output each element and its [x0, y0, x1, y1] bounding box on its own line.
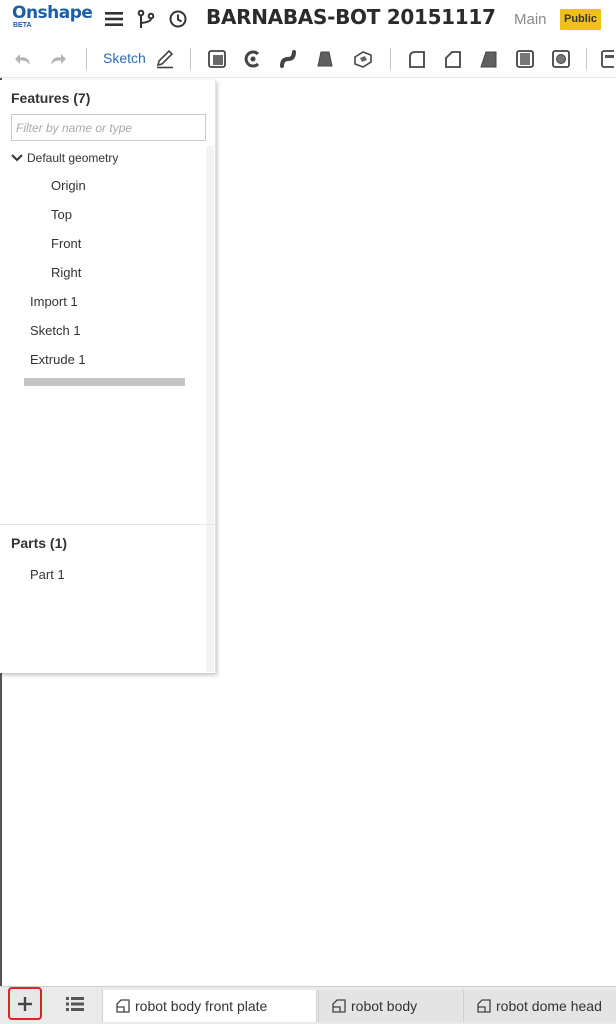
tab-list-button[interactable]: [64, 993, 86, 1015]
tab-label: robot dome head: [496, 998, 602, 1014]
default-geometry-group[interactable]: Default geometry: [11, 151, 118, 165]
tab-robot-body[interactable]: robot body: [318, 990, 462, 1022]
plus-icon: [18, 996, 32, 1011]
toolbar-separator: [390, 48, 391, 70]
tree-item-origin[interactable]: Origin: [51, 178, 86, 193]
tree-item-top[interactable]: Top: [51, 207, 72, 222]
feature-list-panel: Features (7) Default geometry Origin Top…: [0, 80, 216, 673]
fillet-icon[interactable]: [406, 48, 428, 70]
feature-filter-input[interactable]: [11, 114, 206, 141]
parts-divider[interactable]: [0, 524, 216, 525]
rollback-bar[interactable]: [24, 378, 185, 386]
tree-item-import[interactable]: Import 1: [30, 294, 78, 309]
add-tab-button[interactable]: [8, 987, 42, 1020]
features-title: Features (7): [11, 90, 91, 106]
tree-item-extrude[interactable]: Extrude 1: [30, 352, 86, 367]
feature-list-scrollbar[interactable]: [206, 146, 214, 588]
shell-icon[interactable]: [514, 48, 536, 70]
feature-toolbar: Sketch: [0, 40, 616, 78]
public-badge: Public: [560, 9, 602, 30]
hole-icon[interactable]: [550, 48, 572, 70]
logo-text: Onshape: [12, 3, 93, 23]
redo-icon[interactable]: [47, 48, 69, 70]
tab-robot-body-front-plate[interactable]: robot body front plate: [102, 990, 317, 1022]
part-studio-icon: [477, 999, 491, 1013]
extrude-icon[interactable]: [206, 48, 228, 70]
sketch-button[interactable]: Sketch: [103, 50, 146, 66]
toolbar-separator: [190, 48, 191, 70]
history-icon[interactable]: [167, 8, 189, 30]
part-item[interactable]: Part 1: [30, 567, 65, 582]
undo-icon[interactable]: [12, 48, 34, 70]
tab-bar: robot body front plate robot body robot …: [0, 986, 616, 1024]
menu-icon[interactable]: [103, 8, 125, 30]
revolve-icon[interactable]: [242, 48, 264, 70]
sketch-pencil-icon[interactable]: [154, 48, 176, 70]
draft-icon[interactable]: [478, 48, 500, 70]
tab-label: robot body: [351, 998, 418, 1014]
app-header: Onshape BETA BARNABAS-BOT 20151117 Main …: [0, 0, 616, 40]
more-icon[interactable]: [600, 48, 616, 70]
tab-label: robot body front plate: [135, 998, 268, 1014]
group-label: Default geometry: [27, 151, 119, 165]
document-title[interactable]: BARNABAS-BOT 20151117: [206, 5, 496, 29]
tree-item-sketch[interactable]: Sketch 1: [30, 323, 81, 338]
onshape-logo[interactable]: Onshape BETA: [12, 3, 93, 36]
branch-icon[interactable]: [135, 8, 157, 30]
chevron-down-icon: [11, 154, 23, 162]
loft-icon[interactable]: [314, 48, 336, 70]
parts-list-scrollbar[interactable]: [206, 558, 214, 672]
tree-item-right[interactable]: Right: [51, 265, 81, 280]
workspace-name[interactable]: Main: [514, 11, 547, 28]
parts-title: Parts (1): [11, 535, 68, 551]
toolbar-separator: [586, 48, 587, 70]
tree-item-front[interactable]: Front: [51, 236, 81, 251]
list-icon: [66, 997, 84, 1011]
toolbar-separator: [86, 48, 87, 70]
tab-robot-dome-head[interactable]: robot dome head: [463, 990, 616, 1022]
chamfer-icon[interactable]: [442, 48, 464, 70]
part-studio-icon: [116, 999, 130, 1013]
part-studio-icon: [332, 999, 346, 1013]
thicken-icon[interactable]: [352, 48, 374, 70]
logo-beta-label: BETA: [13, 22, 32, 29]
sweep-icon[interactable]: [278, 48, 300, 70]
